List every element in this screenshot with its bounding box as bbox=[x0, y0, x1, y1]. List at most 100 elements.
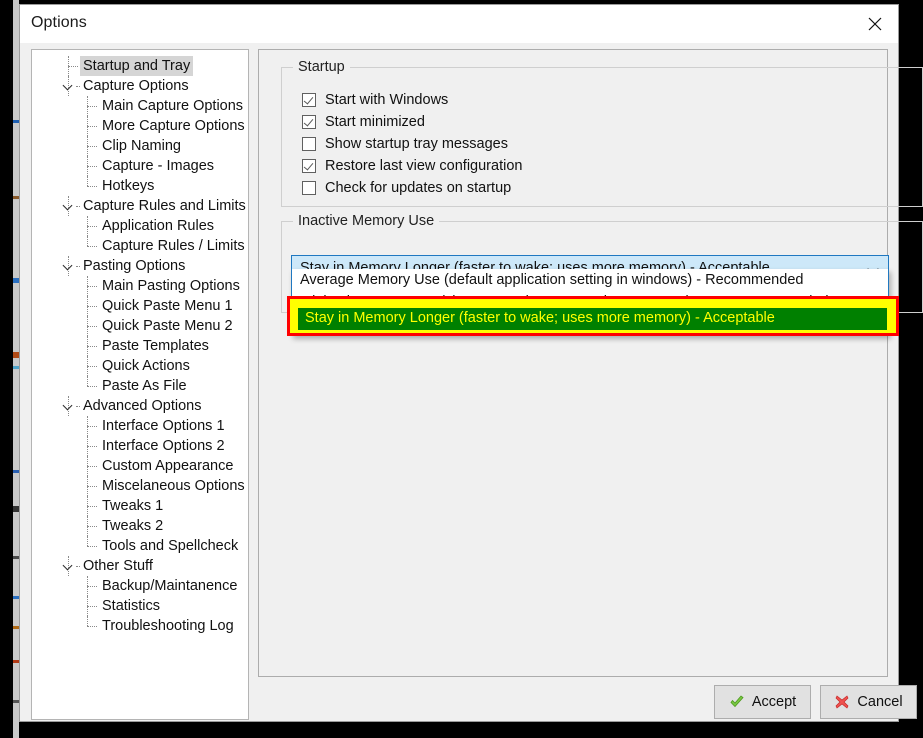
content-pane: Startup Start with Windows Start minimize… bbox=[258, 49, 923, 677]
tree-connector bbox=[68, 256, 69, 276]
tree-connector bbox=[87, 386, 97, 388]
sidebar-item-label: Quick Paste Menu 1 bbox=[102, 298, 233, 314]
sidebar-item-tools-and-spellcheck[interactable]: Tools and Spellcheck bbox=[32, 536, 248, 556]
checkbox-label: Check for updates on startup bbox=[325, 180, 512, 196]
sidebar-item-label: Quick Actions bbox=[102, 358, 190, 374]
checkbox-show-startup-tray-messages[interactable]: Show startup tray messages bbox=[302, 133, 508, 155]
sidebar-item-interface-options-1[interactable]: Interface Options 1 bbox=[32, 416, 248, 436]
sidebar-item-statistics[interactable]: Statistics bbox=[32, 596, 248, 616]
sidebar-item-tweaks-1[interactable]: Tweaks 1 bbox=[32, 496, 248, 516]
checkbox-label: Start minimized bbox=[325, 114, 425, 130]
sidebar-item-backup-maintanence[interactable]: Backup/Maintanence bbox=[32, 576, 248, 596]
checkbox-empty-icon[interactable] bbox=[302, 137, 316, 151]
tree-connector bbox=[87, 186, 97, 188]
checkbox-label: Show startup tray messages bbox=[325, 136, 508, 152]
accept-button-label: Accept bbox=[751, 694, 797, 710]
tree-connector bbox=[87, 316, 89, 336]
sidebar-item-quick-actions[interactable]: Quick Actions bbox=[32, 356, 248, 376]
sidebar-item-label: Application Rules bbox=[102, 218, 215, 234]
sidebar-item-quick-paste-menu-1[interactable]: Quick Paste Menu 1 bbox=[32, 296, 248, 316]
sidebar-item-capture-options[interactable]: Capture Options bbox=[32, 76, 248, 96]
sidebar-item-quick-paste-menu-2[interactable]: Quick Paste Menu 2 bbox=[32, 316, 248, 336]
tree-connector bbox=[87, 416, 89, 436]
checkbox-check-for-updates-on-startup[interactable]: Check for updates on startup bbox=[302, 177, 511, 199]
options-dialog: Options Startup and Tray Capture Options M… bbox=[19, 4, 923, 722]
sidebar-item-capture-images[interactable]: Capture - Images bbox=[32, 156, 248, 176]
startup-group-title: Startup bbox=[293, 59, 350, 75]
sidebar-item-capture-rules-and-limits[interactable]: Capture Rules and Limits bbox=[32, 196, 248, 216]
sidebar-item-label: Capture Options bbox=[83, 78, 189, 94]
sidebar-item-label: Startup and Tray bbox=[80, 56, 194, 76]
tree-connector bbox=[68, 66, 78, 68]
tree-connector bbox=[87, 296, 89, 316]
checkbox-start-with-windows[interactable]: Start with Windows bbox=[302, 89, 448, 111]
checkbox-empty-icon[interactable] bbox=[302, 181, 316, 195]
sidebar-item-label: Advanced Options bbox=[83, 398, 202, 414]
startup-group: Startup Start with Windows Start minimize… bbox=[281, 59, 923, 207]
checkbox-label: Restore last view configuration bbox=[325, 158, 523, 174]
dropdown-option-selected-label: Stay in Memory Longer (faster to wake; u… bbox=[305, 310, 775, 326]
sidebar-item-miscelaneous-options[interactable]: Miscelaneous Options bbox=[32, 476, 248, 496]
sidebar-item-pasting-options[interactable]: Pasting Options bbox=[32, 256, 248, 276]
sidebar-item-label: Miscelaneous Options bbox=[102, 478, 245, 494]
checkmark-icon[interactable] bbox=[302, 159, 316, 173]
sidebar-item-main-pasting-options[interactable]: Main Pasting Options bbox=[32, 276, 248, 296]
tree-connector bbox=[87, 156, 89, 176]
sidebar-item-label: Clip Naming bbox=[102, 138, 181, 154]
selection-highlight-annotation: Stay in Memory Longer (faster to wake; u… bbox=[287, 296, 899, 336]
sidebar-item-hotkeys[interactable]: Hotkeys bbox=[32, 176, 248, 196]
sidebar-item-tweaks-2[interactable]: Tweaks 2 bbox=[32, 516, 248, 536]
sidebar-item-main-capture-options[interactable]: Main Capture Options bbox=[32, 96, 248, 116]
tree-connector bbox=[87, 116, 89, 136]
sidebar-item-label: Paste As File bbox=[102, 378, 187, 394]
sidebar-item-label: More Capture Options bbox=[102, 118, 245, 134]
tree-connector bbox=[87, 276, 89, 296]
cancel-button[interactable]: Cancel bbox=[820, 685, 917, 719]
tree-connector bbox=[87, 236, 89, 246]
checkmark-icon[interactable] bbox=[302, 93, 316, 107]
checkbox-start-minimized[interactable]: Start minimized bbox=[302, 111, 425, 133]
tree-connector bbox=[87, 596, 89, 616]
red-x-icon bbox=[834, 694, 850, 710]
tree-connector bbox=[68, 56, 69, 76]
checkmark-icon[interactable] bbox=[302, 115, 316, 129]
sidebar-item-label: Paste Templates bbox=[102, 338, 209, 354]
sidebar-item-label: Interface Options 2 bbox=[102, 438, 225, 454]
sidebar-item-troubleshooting-log[interactable]: Troubleshooting Log bbox=[32, 616, 248, 636]
close-icon[interactable] bbox=[852, 5, 898, 42]
sidebar-item-advanced-options[interactable]: Advanced Options bbox=[32, 396, 248, 416]
sidebar-item-more-capture-options[interactable]: More Capture Options bbox=[32, 116, 248, 136]
sidebar-item-application-rules[interactable]: Application Rules bbox=[32, 216, 248, 236]
accept-button[interactable]: Accept bbox=[714, 685, 811, 719]
sidebar-item-label: Hotkeys bbox=[102, 178, 155, 194]
screen: Options Startup and Tray Capture Options M… bbox=[0, 0, 923, 738]
tree-connector bbox=[87, 96, 89, 116]
sidebar-item-label: Custom Appearance bbox=[102, 458, 234, 474]
checkbox-label: Start with Windows bbox=[325, 92, 449, 108]
tree-connector bbox=[87, 496, 89, 516]
sidebar-item-other-stuff[interactable]: Other Stuff bbox=[32, 556, 248, 576]
sidebar-item-startup-and-tray[interactable]: Startup and Tray bbox=[32, 56, 248, 76]
sidebar-item-custom-appearance[interactable]: Custom Appearance bbox=[32, 456, 248, 476]
settings-tree[interactable]: Startup and Tray Capture Options Main Capt… bbox=[31, 49, 249, 720]
title-bar: Options bbox=[20, 5, 898, 43]
tree-connector bbox=[87, 436, 89, 456]
cancel-button-label: Cancel bbox=[857, 694, 903, 710]
green-check-icon bbox=[729, 694, 745, 710]
sidebar-item-interface-options-2[interactable]: Interface Options 2 bbox=[32, 436, 248, 456]
sidebar-item-label: Main Pasting Options bbox=[102, 278, 240, 294]
checkbox-restore-last-view-configuration[interactable]: Restore last view configuration bbox=[302, 155, 522, 177]
sidebar-item-label: Tweaks 2 bbox=[102, 518, 164, 534]
sidebar-item-label: Tweaks 1 bbox=[102, 498, 164, 514]
sidebar-item-capture-rules-limits[interactable]: Capture Rules / Limits bbox=[32, 236, 248, 256]
tree-connector bbox=[87, 476, 89, 496]
sidebar-item-paste-templates[interactable]: Paste Templates bbox=[32, 336, 248, 356]
dropdown-option-selected[interactable]: Stay in Memory Longer (faster to wake; u… bbox=[298, 308, 887, 330]
sidebar-item-paste-as-file[interactable]: Paste As File bbox=[32, 376, 248, 396]
tree-connector bbox=[68, 196, 69, 216]
sidebar-item-clip-naming[interactable]: Clip Naming bbox=[32, 136, 248, 156]
tree-connector bbox=[87, 546, 97, 548]
tree-connector bbox=[87, 136, 89, 156]
dropdown-option[interactable]: Average Memory Use (default application … bbox=[292, 269, 888, 291]
tree-connector bbox=[68, 396, 69, 416]
